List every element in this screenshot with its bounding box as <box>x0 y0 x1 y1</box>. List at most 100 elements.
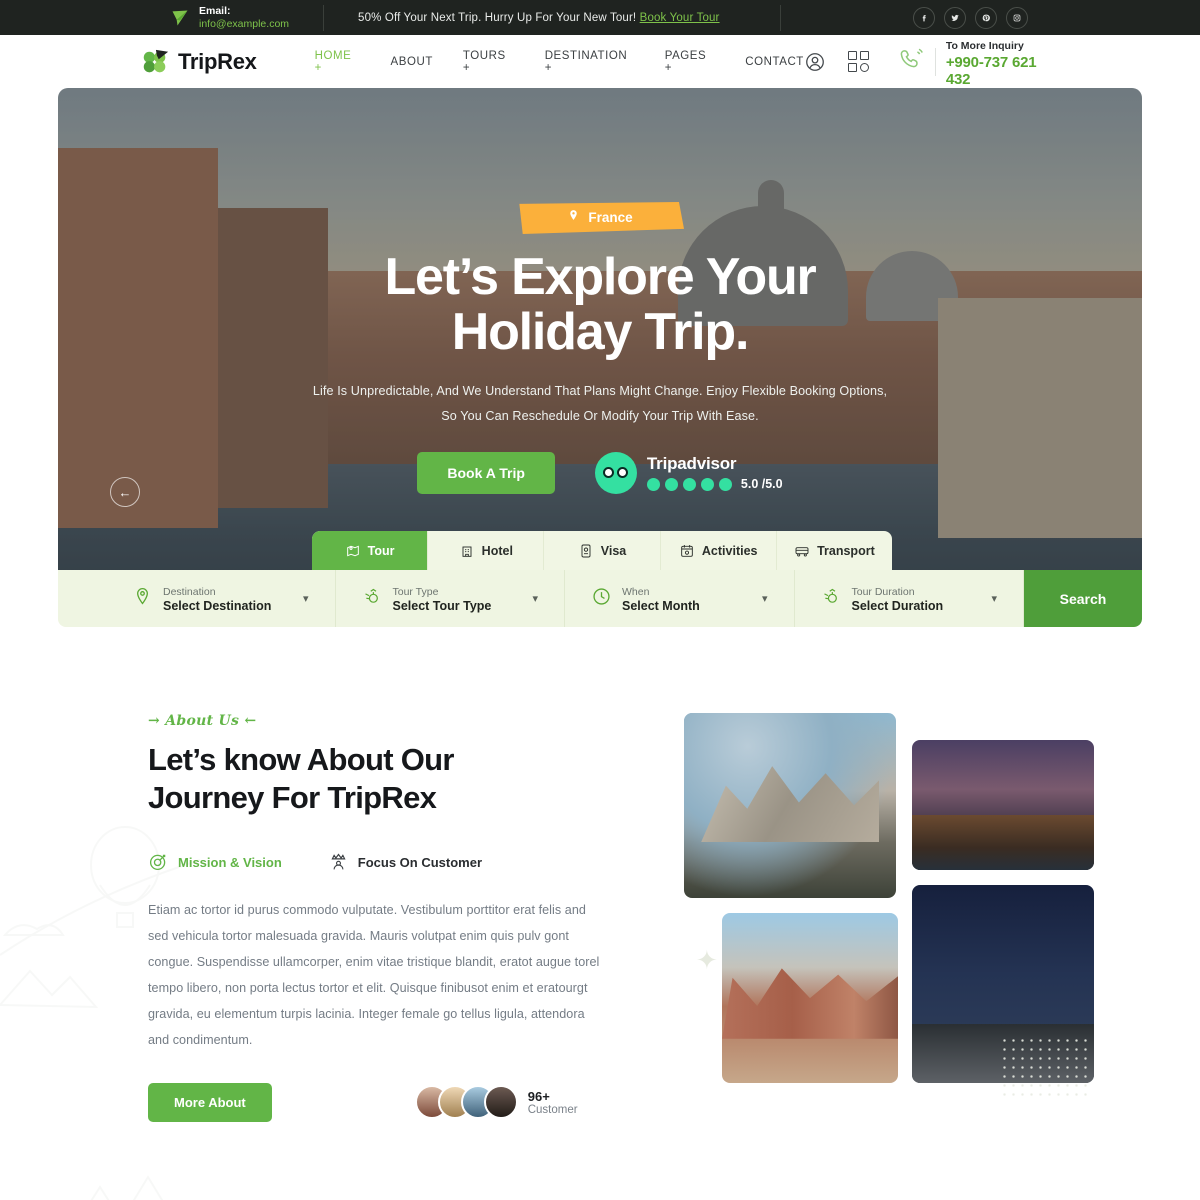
pinterest-icon[interactable] <box>975 6 997 29</box>
filter-value: Select Tour Type <box>392 598 492 613</box>
tripadvisor-owl-icon <box>594 451 637 494</box>
customer-crown-icon <box>328 851 349 875</box>
brand-name: TripRex <box>178 48 257 74</box>
nav-plus-destination: + <box>544 61 552 74</box>
filter-text: Destination Select Destination <box>163 585 271 613</box>
sparkle-decoration: ✦ <box>696 945 718 975</box>
about-section: → About Us ← Let’s know About Our Journe… <box>0 625 1200 1200</box>
about-heading-line1: Let’s know About Our <box>148 742 454 777</box>
twitter-icon[interactable] <box>944 6 966 29</box>
about-tab-label: Focus On Customer <box>357 855 483 871</box>
nav-plus-home: + <box>314 61 322 74</box>
nav-item-home[interactable]: HOME + <box>315 50 361 74</box>
nav-item-destination[interactable]: DESTINATION + <box>545 50 635 74</box>
chevron-down-icon[interactable]: ▾ <box>532 592 538 605</box>
customer-label: Customer <box>527 1103 578 1116</box>
more-about-button[interactable]: More About <box>148 1082 272 1122</box>
map-pin-icon <box>132 586 153 612</box>
hero-badge-text: France <box>588 209 633 225</box>
booking-tabs: Tour Hotel Visa Activities Transport <box>312 531 892 570</box>
brand-logo[interactable]: TripRex <box>140 47 257 77</box>
chevron-down-icon[interactable]: ▾ <box>991 592 997 605</box>
promo-link[interactable]: Book Your Tour <box>640 12 720 24</box>
location-pin-icon <box>567 209 580 225</box>
filter-tour-type[interactable]: Tour Type Select Tour Type ▾ <box>336 570 565 627</box>
hero-location-badge: France <box>519 202 684 234</box>
booking-tab-transport[interactable]: Transport <box>777 531 892 570</box>
nav-label-destination: DESTINATION <box>544 49 628 62</box>
chevron-down-icon[interactable]: ▾ <box>762 592 768 605</box>
hero-title: Let’s Explore Your Holiday Trip. <box>58 250 1142 359</box>
about-heading: Let’s know About Our Journey For TripRex <box>148 741 648 818</box>
about-tabs: Mission & Vision Focus On Customer <box>148 851 648 875</box>
avatar <box>483 1085 518 1119</box>
grid-menu-icon[interactable] <box>847 51 869 72</box>
filter-value: Select Duration <box>851 598 944 613</box>
user-circle-icon[interactable] <box>804 51 826 73</box>
filter-when[interactable]: When Select Month ▾ <box>565 570 795 627</box>
filter-text: When Select Month <box>622 585 700 613</box>
about-text-column: → About Us ← Let’s know About Our Journe… <box>148 713 648 1122</box>
email-value[interactable]: info@example.com <box>199 18 289 31</box>
rating-dot <box>682 477 696 491</box>
filter-label: Destination <box>163 585 216 598</box>
about-paragraph: Etiam ac tortor id purus commodo vulputa… <box>148 902 600 1047</box>
nav-item-pages[interactable]: PAGES + <box>665 50 716 74</box>
about-tab-mission-vision[interactable]: Mission & Vision <box>148 851 282 875</box>
filter-tour-duration[interactable]: Tour Duration Select Duration ▾ <box>795 570 1024 627</box>
booking-tab-tour[interactable]: Tour <box>312 531 429 570</box>
resort-palm-evening-photo <box>912 740 1094 870</box>
nav-label-home: HOME <box>314 49 352 62</box>
email-text: Email: info@example.com <box>199 5 289 31</box>
nav-label-pages: PAGES <box>664 49 707 62</box>
hero-cta-row: Book A Trip Tripadvisor 5.0 /5.0 <box>58 451 1142 494</box>
book-a-trip-button[interactable]: Book A Trip <box>417 451 555 494</box>
filter-value: Select Destination <box>163 598 272 613</box>
top-announcement-bar: Email: info@example.com 50% Off Your Nex… <box>0 0 1200 35</box>
booking-tab-label: Visa <box>600 543 627 558</box>
booking-tab-visa[interactable]: Visa <box>544 531 661 570</box>
tour-type-icon <box>362 586 383 612</box>
inquiry-block: To More Inquiry +990-737 621 432 <box>899 36 1060 88</box>
about-footer-row: More About 96+ Customer <box>148 1082 648 1122</box>
chevron-down-icon[interactable]: ▾ <box>303 592 309 605</box>
booking-tab-activities[interactable]: Activities <box>661 531 777 570</box>
page-root: Email: info@example.com 50% Off Your Nex… <box>0 0 1200 1200</box>
clover-plane-logo-icon <box>140 47 170 77</box>
about-eyebrow: → About Us ← <box>148 713 257 729</box>
hero-content: France Let’s Explore Your Holiday Trip. … <box>58 88 1142 494</box>
target-arrow-icon <box>148 851 169 875</box>
customer-count: 96+ <box>527 1088 550 1104</box>
promo-message: 50% Off Your Next Trip. Hurry Up For You… <box>358 12 720 24</box>
booking-filters: Destination Select Destination ▾ Tour Ty… <box>58 570 1142 627</box>
facebook-icon[interactable] <box>913 6 935 29</box>
customer-count-text: 96+ Customer <box>528 1089 578 1116</box>
nav-label-about: ABOUT <box>390 55 433 68</box>
clock-icon <box>591 586 612 612</box>
customer-counter: 96+ Customer <box>414 1085 578 1119</box>
nav-item-tours[interactable]: TOURS + <box>463 50 515 74</box>
topbar-divider-right <box>779 4 781 31</box>
about-tab-focus-on-customer[interactable]: Focus On Customer <box>328 851 482 875</box>
booking-tab-hotel[interactable]: Hotel <box>428 531 545 570</box>
hero-prev-arrow-button[interactable]: ← <box>110 477 140 507</box>
filter-label: Tour Type <box>392 585 439 598</box>
inquiry-divider <box>934 47 936 76</box>
duration-icon <box>821 586 842 612</box>
inquiry-phone-number[interactable]: +990-737 621 432 <box>946 54 1060 88</box>
rating-dot <box>700 477 714 491</box>
tripadvisor-rating: Tripadvisor 5.0 /5.0 <box>594 451 783 494</box>
search-button[interactable]: Search <box>1024 570 1142 627</box>
filter-value: Select Month <box>622 598 700 613</box>
arrow-left-icon: ← <box>118 484 132 500</box>
filter-destination[interactable]: Destination Select Destination ▾ <box>58 570 336 627</box>
nav-item-contact[interactable]: CONTACT <box>745 56 804 68</box>
nav-plus-tours: + <box>462 61 471 74</box>
nav-item-about[interactable]: ABOUT <box>391 56 433 68</box>
main-navbar: TripRex HOME + ABOUT TOURS + DESTINATION… <box>0 35 1200 88</box>
instagram-icon[interactable] <box>1006 6 1028 29</box>
phone-ring-icon <box>899 46 925 77</box>
filter-label: Tour Duration <box>851 585 915 598</box>
nav-menu: HOME + ABOUT TOURS + DESTINATION + PAGES… <box>315 50 804 74</box>
paper-plane-icon <box>170 8 190 28</box>
